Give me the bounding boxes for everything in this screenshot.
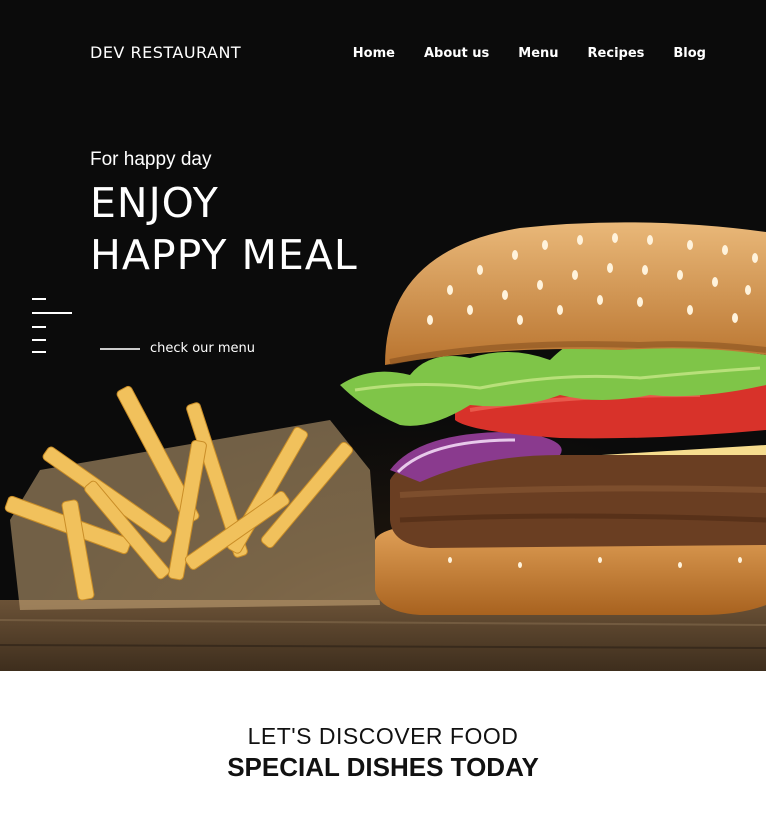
nav-menu[interactable]: Menu [518, 46, 558, 61]
hero-title-line-2: HAPPY MEAL [90, 231, 358, 279]
hero-section: DEV RESTAURANT Home About us Menu Recipe… [0, 0, 766, 671]
brand-logo[interactable]: DEV RESTAURANT [90, 43, 241, 62]
hero-title-line-1: ENJOY [90, 179, 219, 227]
nav-home[interactable]: Home [353, 46, 395, 61]
burger-and-fries-image [0, 222, 766, 671]
nav-recipes[interactable]: Recipes [588, 46, 645, 61]
discover-kicker: LET'S DISCOVER FOOD [247, 723, 519, 749]
slider-dot-2-active[interactable] [32, 312, 72, 314]
discover-heading: SPECIAL DISHES TODAY [227, 752, 539, 782]
slider-dot-5[interactable] [32, 351, 46, 353]
slider-dot-4[interactable] [32, 339, 46, 341]
nav-blog[interactable]: Blog [673, 46, 706, 61]
slider-indicator[interactable] [32, 298, 74, 358]
slider-dot-3[interactable] [32, 326, 46, 328]
discover-section: LET'S DISCOVER FOOD SPECIAL DISHES TODAY [0, 671, 766, 838]
hero-subtitle: For happy day [90, 149, 212, 170]
main-nav: Home About us Menu Recipes Blog [353, 46, 706, 61]
hero-title: ENJOY HAPPY MEAL [90, 177, 358, 281]
check-menu-link[interactable]: check our menu [100, 341, 255, 356]
cta-line-icon [100, 347, 140, 350]
cta-label: check our menu [150, 341, 256, 356]
slider-dot-1[interactable] [32, 298, 46, 300]
nav-about-us[interactable]: About us [424, 46, 489, 61]
